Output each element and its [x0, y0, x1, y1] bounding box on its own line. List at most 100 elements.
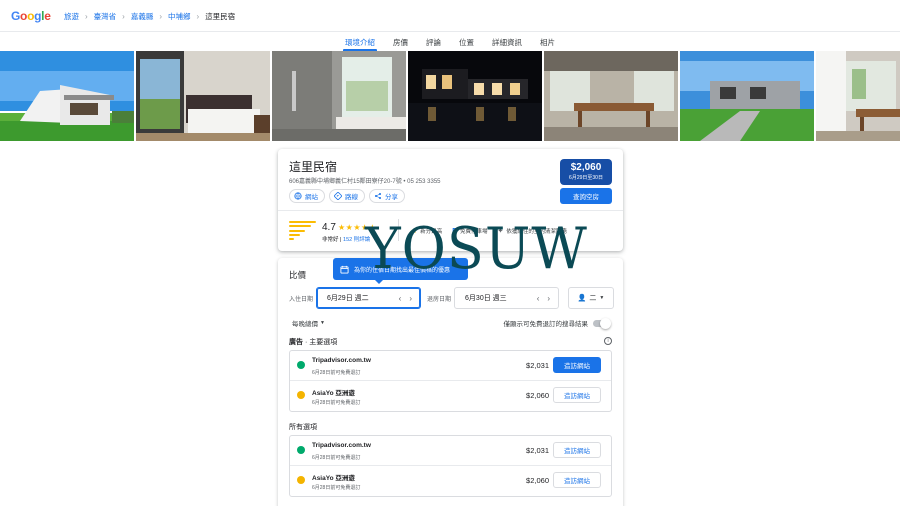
- photo-night[interactable]: [408, 51, 542, 141]
- photo-terrace[interactable]: [816, 51, 900, 141]
- nightly-price: $2,060: [570, 162, 602, 173]
- tab-photos[interactable]: 相片: [540, 34, 555, 50]
- photo-exterior-2[interactable]: [680, 51, 814, 141]
- guest-count: 二: [589, 295, 597, 302]
- checkout-date-field[interactable]: 6月30日 週三 ‹ ›: [454, 287, 560, 309]
- offer-row: Tripadvisor.com.tw 6月28日前可免費退訂 $2,031 造訪…: [290, 436, 611, 466]
- rating-value: 4.7: [322, 222, 336, 233]
- share-label: 分享: [385, 194, 398, 201]
- person-icon: 👤: [577, 295, 587, 302]
- photo-bedroom[interactable]: [136, 51, 270, 141]
- offer-note: 6月28日前可免費退訂: [312, 485, 361, 491]
- offer-price: $2,031: [526, 446, 549, 455]
- price-comparison-section: 比價 為你的住宿日期找出最佳價格的優惠 入住日期 6月29日 週二 ‹ › 退房日…: [278, 258, 623, 506]
- photo-strip: [0, 51, 900, 141]
- free-cancel-toggle[interactable]: [593, 317, 611, 329]
- price-comparison-title: 比價: [289, 270, 307, 280]
- check-availability-button[interactable]: 查詢空房: [560, 188, 612, 204]
- share-button[interactable]: 分享: [369, 189, 405, 203]
- breadcrumb-chiayi[interactable]: 嘉義縣: [131, 11, 154, 22]
- offer-provider: Tripadvisor.com.tw: [312, 442, 371, 449]
- ad-offers-list: Tripadvisor.com.tw 6月28日前可免費退訂 $2,031 造訪…: [289, 350, 612, 412]
- breadcrumb-current: 這里民宿: [205, 12, 236, 21]
- chevron-right-icon[interactable]: ›: [547, 294, 550, 303]
- price-dates: 6月29日至30日: [569, 175, 603, 181]
- tab-location[interactable]: 位置: [459, 34, 474, 50]
- globe-icon: [294, 192, 302, 200]
- offer-price: $2,060: [526, 391, 549, 400]
- photo-exterior[interactable]: [0, 51, 134, 141]
- dropdown-arrow-icon: ▼: [320, 320, 325, 326]
- calendar-icon: [340, 265, 349, 274]
- directions-button[interactable]: 路線: [329, 189, 365, 203]
- offer-row: AsiaYo 亞洲遊 6月28日前可免費退訂 $2,060 造訪網站: [290, 466, 611, 496]
- ads-subtitle: · 主要選項: [303, 339, 338, 346]
- checkin-date-field[interactable]: 6月29日 週二 ‹ ›: [316, 287, 422, 309]
- section-tabs: 環境介紹 房價 評論 位置 詳細資訊 相片: [0, 34, 900, 51]
- rating-summary: 非常好 | 152 則評論: [322, 237, 371, 243]
- ads-heading: 廣告 · 主要選項: [289, 337, 337, 347]
- all-offers-heading: 所有選項: [289, 424, 317, 431]
- nightly-label: 每晚總價: [292, 321, 318, 328]
- tab-prices[interactable]: 房價: [393, 34, 408, 50]
- hotel-address: 606嘉義縣中埔鄉義仁村15鄰田寮仔20-7號 • 05 253 3355: [289, 179, 441, 185]
- website-button[interactable]: 網站: [289, 189, 325, 203]
- visit-site-button[interactable]: 造訪網站: [553, 357, 601, 373]
- breadcrumb-zhongpu[interactable]: 中埔鄉: [168, 11, 191, 22]
- action-chips: 網站 路線 分享: [289, 189, 405, 203]
- checkin-label: 入住日期: [289, 296, 314, 303]
- offer-note: 6月28日前可免費退訂: [312, 370, 361, 376]
- date-picker-row: 入住日期 6月29日 週二 ‹ › 退房日期 6月30日 週三 ‹ › 👤 二 ▼: [289, 287, 615, 309]
- free-cancel-filter: 僅顯示可免費退訂的搜尋結果: [503, 317, 611, 329]
- tab-overview[interactable]: 環境介紹: [343, 34, 377, 51]
- rating-histogram[interactable]: [289, 221, 316, 240]
- tab-details[interactable]: 詳細資訊: [492, 34, 522, 50]
- offer-note: 6月28日前可免費退訂: [312, 400, 361, 406]
- breadcrumb-taiwan[interactable]: 臺灣省: [94, 11, 117, 22]
- visit-site-button[interactable]: 造訪網站: [553, 472, 601, 488]
- chevron-right-icon: ›: [85, 12, 88, 21]
- checkout-date-value: 6月30日 週三: [465, 295, 507, 302]
- all-offers-list: Tripadvisor.com.tw 6月28日前可免費退訂 $2,031 造訪…: [289, 435, 612, 497]
- ads-label: 廣告: [289, 339, 303, 346]
- hotel-name: 這里民宿: [289, 160, 338, 174]
- guest-selector[interactable]: 👤 二 ▼: [568, 287, 615, 309]
- visit-site-button[interactable]: 造訪網站: [553, 387, 601, 403]
- rating-label: 非常好: [322, 237, 339, 243]
- chevron-right-icon: ›: [122, 12, 125, 21]
- offer-provider: AsiaYo 亞洲遊: [312, 390, 355, 397]
- top-bar: Google 旅遊 › 臺灣省 › 嘉義縣 › 中埔鄉 › 這里民宿: [0, 0, 900, 32]
- checkout-label: 退房日期: [427, 296, 452, 303]
- website-label: 網站: [305, 194, 318, 201]
- chevron-left-icon[interactable]: ‹: [537, 294, 540, 303]
- google-logo[interactable]: Google: [11, 9, 51, 23]
- offer-note: 6月28日前可免費退訂: [312, 455, 361, 461]
- watermark: YOSUW: [365, 215, 588, 282]
- chevron-left-icon[interactable]: ‹: [399, 294, 402, 303]
- info-icon[interactable]: i: [604, 337, 612, 345]
- free-cancel-label: 僅顯示可免費退訂的搜尋結果: [503, 321, 589, 328]
- offer-row: Tripadvisor.com.tw 6月28日前可免費退訂 $2,031 造訪…: [290, 351, 611, 381]
- offer-provider: AsiaYo 亞洲遊: [312, 475, 355, 482]
- breadcrumb: 旅遊 › 臺灣省 › 嘉義縣 › 中埔鄉 › 這里民宿: [64, 11, 235, 22]
- tripadvisor-icon: [297, 446, 305, 454]
- nightly-price-dropdown[interactable]: 每晚總價 ▼: [292, 318, 325, 328]
- offer-row: AsiaYo 亞洲遊 6月28日前可免費退訂 $2,060 造訪網站: [290, 381, 611, 411]
- chevron-right-icon: ›: [196, 12, 200, 21]
- asiayo-icon: [297, 391, 305, 399]
- offer-provider: Tripadvisor.com.tw: [312, 357, 371, 364]
- directions-label: 路線: [345, 194, 358, 201]
- tab-reviews[interactable]: 評論: [426, 34, 441, 50]
- checkin-date-value: 6月29日 週二: [327, 295, 369, 302]
- photo-bathroom[interactable]: [272, 51, 406, 141]
- chevron-right-icon[interactable]: ›: [409, 294, 412, 303]
- breadcrumb-travel[interactable]: 旅遊: [64, 11, 79, 22]
- divider: [278, 210, 623, 211]
- visit-site-button[interactable]: 造訪網站: [553, 442, 601, 458]
- share-icon: [374, 192, 382, 200]
- dropdown-arrow-icon: ▼: [599, 295, 605, 301]
- chevron-right-icon: ›: [159, 12, 163, 21]
- offer-price: $2,031: [526, 361, 549, 370]
- photo-dining[interactable]: [544, 51, 678, 141]
- tripadvisor-icon: [297, 361, 305, 369]
